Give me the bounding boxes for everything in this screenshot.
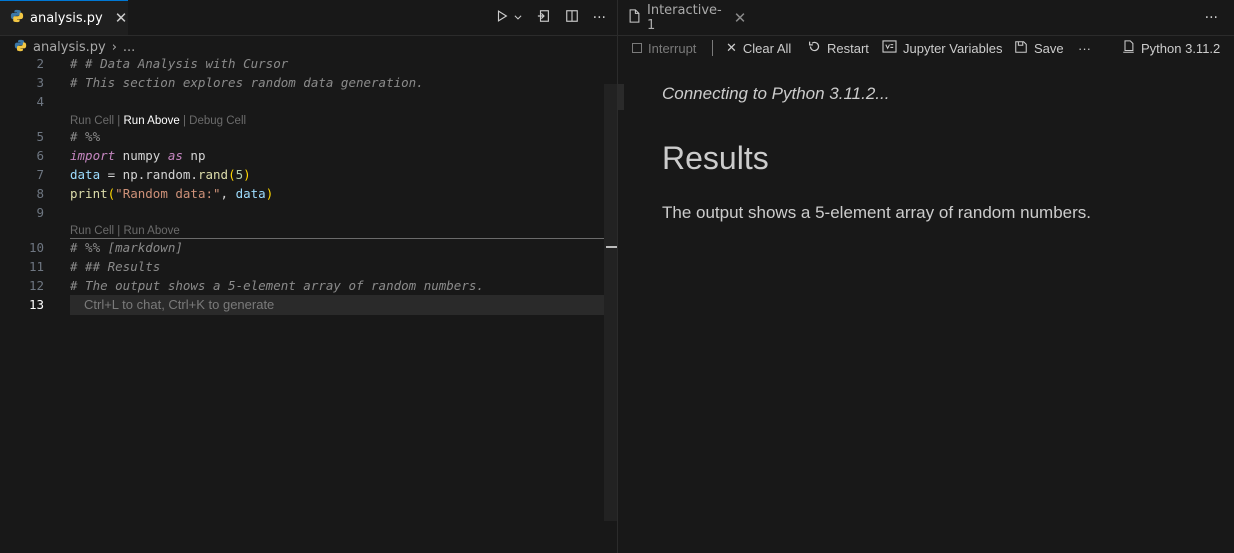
interactive-pane: Interactive-1 ✕ ··· Interrupt ✕ Clear Al…: [618, 0, 1234, 553]
close-icon: ✕: [726, 40, 737, 55]
restart-button[interactable]: Restart: [808, 35, 869, 61]
interactive-output: Connecting to Python 3.11.2... Results T…: [662, 84, 1214, 223]
line-number: 5: [36, 129, 44, 144]
toolbar-more-button[interactable]: ···: [1078, 35, 1091, 61]
save-label: Save: [1034, 40, 1064, 56]
kernel-icon: [1122, 39, 1135, 57]
code-text: # The output shows a 5-element array of …: [70, 278, 484, 293]
line-number: 12: [28, 278, 44, 293]
code-line: 13 Ctrl+L to chat, Ctrl+K to generate: [0, 295, 618, 315]
code-editor[interactable]: 2 # # Data Analysis with Cursor 3 # This…: [0, 54, 618, 553]
close-icon[interactable]: ✕: [734, 9, 747, 27]
save-icon: [1014, 40, 1028, 57]
code-text: # %%: [70, 129, 101, 144]
clear-all-button[interactable]: ✕ Clear All: [726, 35, 791, 61]
run-icon[interactable]: [495, 9, 509, 27]
code-line: 12 # The output shows a 5-element array …: [0, 276, 618, 295]
line-number: 2: [36, 56, 44, 71]
stop-icon: [632, 41, 642, 56]
line-number: 3: [36, 75, 44, 90]
breadcrumb-file[interactable]: analysis.py: [33, 40, 106, 55]
more-actions: ···: [1205, 0, 1218, 35]
close-icon[interactable]: ✕: [115, 9, 128, 27]
editor-pane: analysis.py ✕ ··· analysis.py › ... 2 # …: [0, 0, 618, 553]
more-icon[interactable]: ···: [593, 10, 606, 26]
kernel-picker[interactable]: Python 3.11.2: [1122, 35, 1220, 61]
code-text: # # Data Analysis with Cursor: [70, 56, 289, 71]
line-number: 11: [28, 259, 44, 274]
interactive-toolbar: Interrupt ✕ Clear All Restart Jupyter Va…: [618, 35, 1234, 61]
jupyter-variables-label: Jupyter Variables: [903, 40, 1003, 56]
code-line: 4: [0, 92, 618, 111]
code-text: import numpy as np: [70, 148, 206, 163]
code-line: 6 import numpy as np: [0, 146, 618, 165]
code-text: # This section explores random data gene…: [70, 75, 424, 90]
code-line: 2 # # Data Analysis with Cursor: [0, 54, 618, 73]
interrupt-button[interactable]: Interrupt: [632, 35, 696, 61]
run-cell-link[interactable]: Run Cell: [70, 225, 114, 237]
code-line: 5 # %%: [0, 127, 618, 146]
lens-separator: |: [114, 115, 124, 127]
file-icon: [628, 8, 641, 27]
code-text: print("Random data:", data): [70, 186, 274, 201]
tab-label: analysis.py: [30, 10, 103, 26]
interrupt-label: Interrupt: [648, 40, 697, 56]
run-above-link[interactable]: Run Above: [124, 115, 180, 127]
breadcrumb-symbol[interactable]: ...: [123, 40, 135, 55]
line-number: 4: [36, 94, 44, 109]
split-editor-icon[interactable]: [565, 9, 579, 27]
code-line: 3 # This section explores random data ge…: [0, 73, 618, 92]
tab-interactive-1[interactable]: Interactive-1 ✕: [618, 0, 750, 35]
restart-icon: [808, 40, 821, 56]
python-file-icon: [10, 9, 24, 27]
line-number: 6: [36, 148, 44, 163]
cell-codelens: Run Cell | Run Above: [70, 223, 180, 239]
editor-actions: ···: [495, 0, 606, 35]
tab-label: Interactive-1: [647, 2, 722, 33]
editor-tab-bar: analysis.py ✕ ···: [0, 0, 618, 36]
chevron-right-icon: ›: [111, 39, 117, 55]
line-number: 10: [28, 240, 44, 255]
open-interactive-icon[interactable]: [537, 9, 551, 27]
variables-icon: [882, 40, 897, 56]
python-file-icon: [14, 39, 27, 56]
save-button[interactable]: Save: [1014, 35, 1064, 61]
interactive-tab-bar: Interactive-1 ✕ ···: [618, 0, 1234, 36]
kernel-label: Python 3.11.2: [1141, 40, 1221, 56]
code-text: # %% [markdown]: [70, 240, 183, 255]
line-number: 7: [36, 167, 44, 182]
code-line: 7 data = np.random.rand(5): [0, 165, 618, 184]
connection-status: Connecting to Python 3.11.2...: [662, 84, 890, 103]
lens-separator: |: [179, 115, 190, 127]
run-above-link[interactable]: Run Above: [124, 225, 180, 237]
code-line: 8 print("Random data:", data): [0, 184, 618, 203]
line-number: 8: [36, 186, 44, 201]
chevron-down-icon[interactable]: [513, 10, 523, 26]
editor-scrollbar[interactable]: [604, 84, 618, 521]
output-scrollbar[interactable]: [618, 84, 624, 110]
restart-label: Restart: [827, 40, 869, 56]
run-cell-link[interactable]: Run Cell: [70, 115, 114, 127]
markdown-paragraph: The output shows a 5-element array of ra…: [662, 203, 1091, 222]
jupyter-variables-button[interactable]: Jupyter Variables: [882, 35, 1002, 61]
more-icon[interactable]: ···: [1205, 10, 1218, 26]
code-text: # ## Results: [70, 259, 161, 274]
ai-hint: Ctrl+L to chat, Ctrl+K to generate: [84, 297, 275, 312]
code-line: 9: [0, 203, 618, 222]
tab-analysis-py[interactable]: analysis.py ✕: [0, 0, 128, 35]
code-text: data = np.random.rand(5): [70, 167, 251, 182]
markdown-heading: Results: [662, 140, 769, 176]
toolbar-separator: [712, 40, 713, 56]
code-line: 10 # %% [markdown]: [0, 238, 618, 257]
lens-separator: |: [114, 225, 124, 237]
debug-cell-link[interactable]: Debug Cell: [189, 115, 246, 127]
more-icon: ···: [1078, 40, 1091, 56]
line-number: 9: [36, 205, 44, 220]
line-number: 13: [28, 297, 44, 312]
clear-all-label: Clear All: [742, 40, 792, 56]
code-line: 11 # ## Results: [0, 257, 618, 276]
